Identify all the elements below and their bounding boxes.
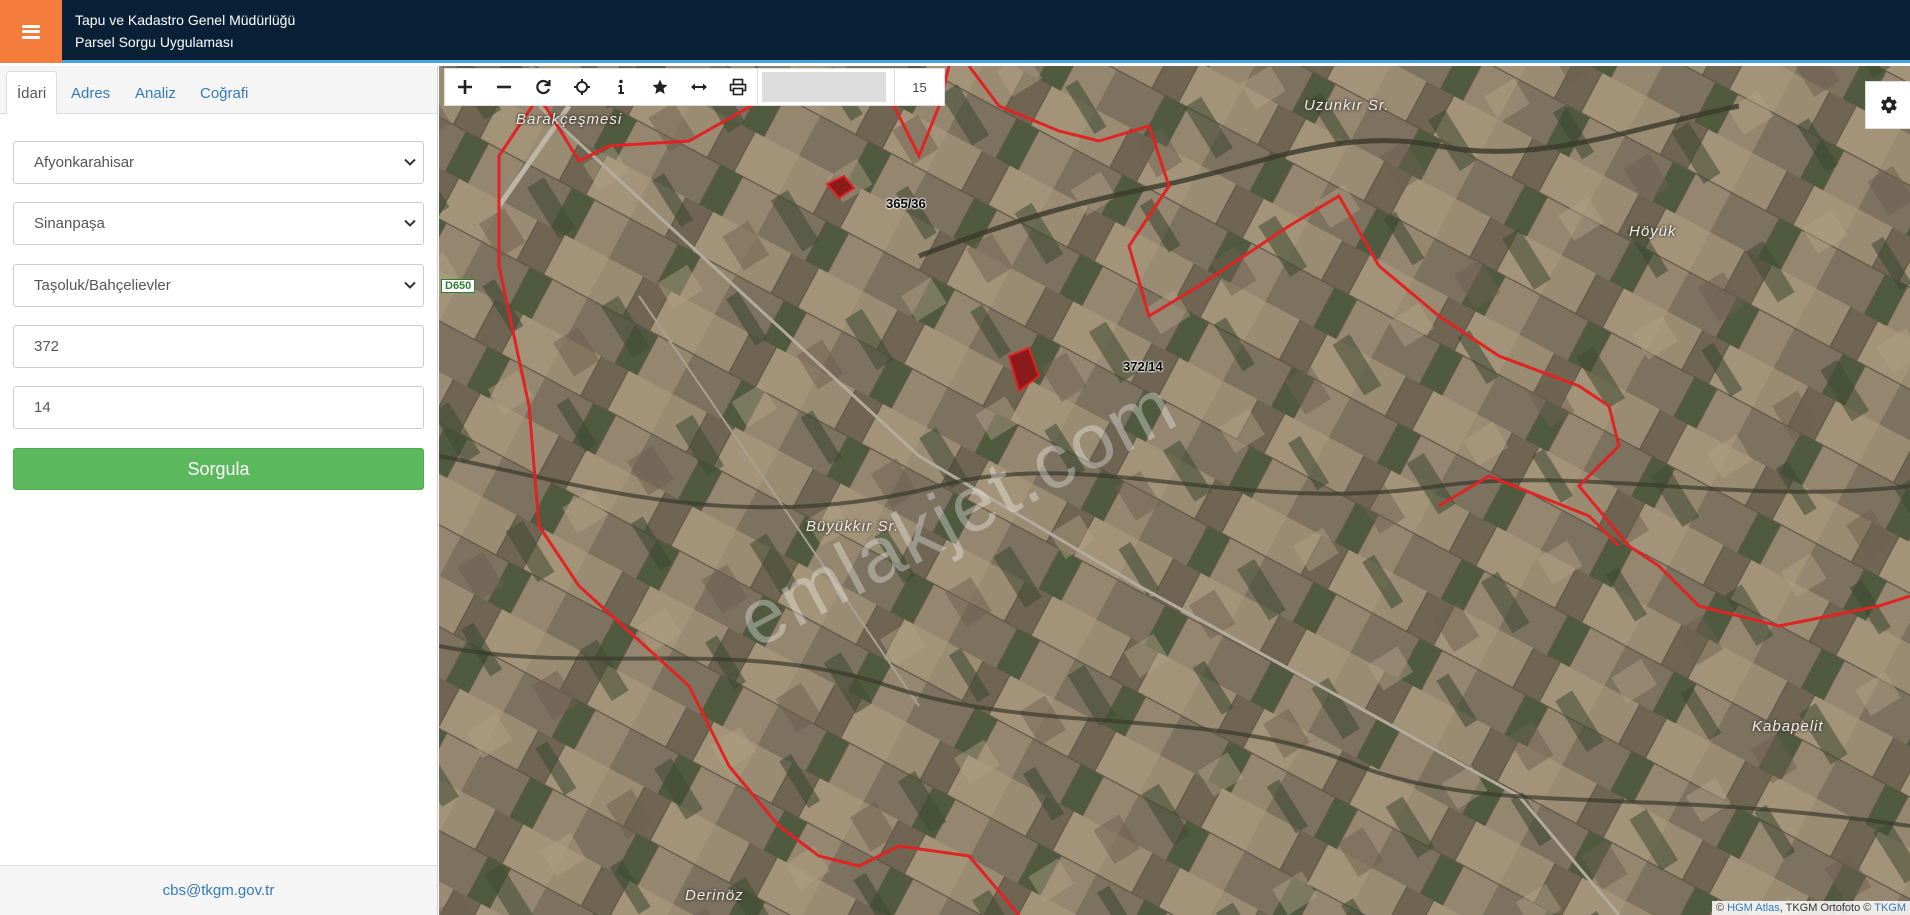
contact-email-link[interactable]: cbs@tkgm.gov.tr xyxy=(163,882,275,899)
attribution-prefix: © xyxy=(1715,902,1728,914)
block-no-input[interactable] xyxy=(34,338,414,355)
sidebar-tabs: İdari Adres Analiz Coğrafi xyxy=(0,66,437,115)
tab-analiz[interactable]: Analiz xyxy=(125,71,186,115)
gear-icon xyxy=(1881,96,1897,114)
neighborhood-value: Taşoluk/Bahçelievler xyxy=(34,277,171,294)
district-value: Sinanpaşa xyxy=(34,215,105,232)
map-search-field[interactable] xyxy=(757,69,895,105)
tkgm-link[interactable]: TKGM xyxy=(1874,902,1906,914)
chevron-down-icon xyxy=(404,281,416,289)
app-title-line1: Tapu ve Kadastro Genel Müdürlüğü xyxy=(75,12,296,28)
zoom-out-button[interactable] xyxy=(484,69,523,105)
map-search-input[interactable] xyxy=(762,72,886,102)
map-place-label: Höyük xyxy=(1629,223,1677,240)
map-toolbar: 15 xyxy=(444,68,945,106)
query-button[interactable]: Sorgula xyxy=(13,448,424,490)
refresh-button[interactable] xyxy=(523,69,562,105)
info-icon xyxy=(618,79,624,94)
zoom-level-display: 15 xyxy=(912,79,927,95)
refresh-icon xyxy=(535,79,551,95)
parcel-label[interactable]: 365/36 xyxy=(886,196,926,211)
hgm-atlas-link[interactable]: HGM Atlas xyxy=(1727,902,1780,914)
map-attribution: © HGM Atlas, TKGM Ortofoto © TKGM xyxy=(1711,901,1910,915)
map-place-label: Derinöz xyxy=(685,887,744,904)
print-icon xyxy=(729,78,746,96)
locate-button[interactable] xyxy=(562,69,601,105)
block-no-field[interactable] xyxy=(13,325,424,368)
tab-adres[interactable]: Adres xyxy=(61,71,120,115)
neighborhood-select[interactable]: Taşoluk/Bahçelievler xyxy=(13,264,424,307)
map-place-label: Uzunkır Sr. xyxy=(1304,97,1390,114)
app-title: Tapu ve Kadastro Genel Müdürlüğü Parsel … xyxy=(75,9,295,53)
menu-button[interactable] xyxy=(0,0,62,63)
sidebar: İdari Adres Analiz Coğrafi Afyonkarahisa… xyxy=(0,66,438,915)
district-select[interactable]: Sinanpaşa xyxy=(13,202,424,245)
measure-button[interactable] xyxy=(679,69,718,105)
zoom-in-icon xyxy=(457,80,472,94)
settings-button[interactable] xyxy=(1865,81,1910,129)
zoom-out-icon xyxy=(496,85,511,89)
map-place-label: Kabapelit xyxy=(1752,718,1824,735)
province-value: Afyonkarahisar xyxy=(34,154,135,171)
locate-icon xyxy=(573,79,590,95)
tab-cografi[interactable]: Coğrafi xyxy=(190,71,258,115)
print-button[interactable] xyxy=(718,69,757,105)
province-select[interactable]: Afyonkarahisar xyxy=(13,141,424,184)
map-view[interactable]: Barakçeşmesi Uzunkır Sr. Höyük Büyükkır … xyxy=(439,66,1910,915)
parcel-no-field[interactable] xyxy=(13,386,424,429)
sidebar-footer: cbs@tkgm.gov.tr xyxy=(0,865,437,915)
road-label: D650 xyxy=(441,279,476,293)
attribution-middle: , TKGM Ortofoto © xyxy=(1779,902,1875,914)
app-title-line2: Parsel Sorgu Uygulaması xyxy=(75,34,234,50)
map-place-label: Barakçeşmesi xyxy=(516,111,623,128)
parcel-no-input[interactable] xyxy=(34,399,414,416)
info-button[interactable] xyxy=(601,69,640,105)
measure-icon xyxy=(690,83,707,91)
chevron-down-icon xyxy=(404,219,416,227)
hamburger-icon xyxy=(22,24,40,39)
star-icon xyxy=(652,79,667,94)
tab-idari[interactable]: İdari xyxy=(6,71,58,115)
app-header: Tapu ve Kadastro Genel Müdürlüğü Parsel … xyxy=(0,0,1910,63)
favorite-button[interactable] xyxy=(640,69,679,105)
satellite-imagery xyxy=(439,66,1910,915)
zoom-in-button[interactable] xyxy=(445,69,484,105)
chevron-down-icon xyxy=(404,158,416,166)
